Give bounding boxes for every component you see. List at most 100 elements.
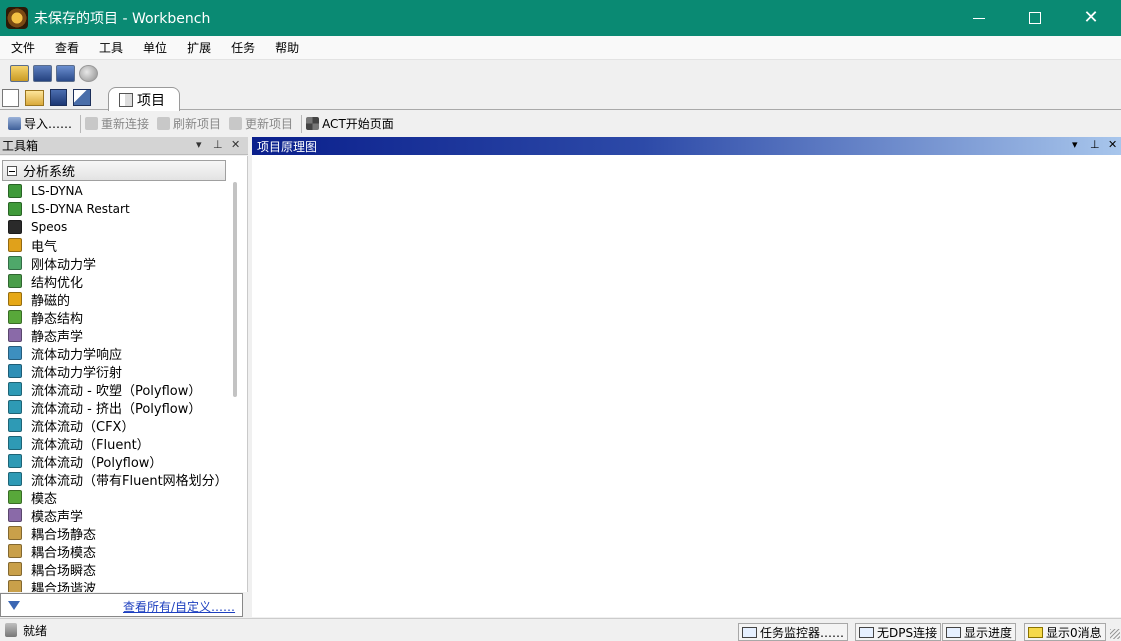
close-panel-icon[interactable]: ✕	[1108, 138, 1117, 151]
menu-extensions[interactable]: 扩展	[176, 39, 220, 56]
analysis-system-icon	[8, 256, 22, 270]
collapse-icon[interactable]	[7, 165, 17, 176]
resize-grip[interactable]	[1110, 629, 1120, 639]
analysis-system-item[interactable]: LS-DYNA Restart	[0, 200, 230, 218]
analysis-system-item[interactable]: 流体流动（Fluent）	[0, 434, 230, 452]
analysis-system-item[interactable]: 流体流动（CFX）	[0, 416, 230, 434]
pin-icon[interactable]: ⊥	[213, 138, 223, 151]
new-icon[interactable]	[2, 89, 19, 107]
analysis-system-item[interactable]: LS-DYNA	[0, 182, 230, 200]
analysis-system-icon	[8, 526, 22, 540]
analysis-system-label: Speos	[31, 220, 68, 234]
close-panel-icon[interactable]: ✕	[231, 138, 240, 151]
analysis-system-label: 流体动力学响应	[31, 347, 123, 363]
reconnect-button[interactable]: 重新连接	[83, 115, 155, 132]
analysis-system-item[interactable]: 模态声学	[0, 506, 230, 524]
analysis-system-label: LS-DYNA Restart	[31, 202, 130, 216]
analysis-system-icon	[8, 184, 22, 198]
close-icon: ✕	[1083, 7, 1099, 28]
save-as-icon[interactable]	[56, 64, 75, 82]
analysis-system-item[interactable]: 电气	[0, 236, 230, 254]
schematic-header: 项目原理图 ▾ ⊥ ✕	[252, 137, 1121, 155]
analysis-system-item[interactable]: 模态	[0, 488, 230, 506]
monitor-icon	[742, 626, 757, 638]
analysis-system-icon	[8, 238, 22, 252]
analysis-system-item[interactable]: Speos	[0, 218, 230, 236]
analysis-system-icon	[8, 418, 22, 432]
status-bar: 就绪 任务监控器…… 无DPS连接 显示进度 显示0消息	[0, 618, 1121, 641]
web-icon[interactable]	[79, 64, 98, 82]
menu-help[interactable]: 帮助	[264, 39, 308, 56]
analysis-system-item[interactable]: 流体动力学衍射	[0, 362, 230, 380]
dps-connection-button[interactable]: 无DPS连接	[855, 623, 942, 641]
analysis-system-list: LS-DYNA LS-DYNA Restart Speos 电气刚体动力学 结构优化 静磁…	[0, 182, 230, 592]
dps-label: 无DPS连接	[877, 625, 938, 640]
analysis-system-icon	[8, 346, 22, 360]
view-all-customize-link[interactable]: 查看所有/自定义……	[123, 598, 235, 615]
analysis-system-icon	[8, 562, 22, 576]
analysis-system-item[interactable]: 静态结构	[0, 308, 230, 326]
dropdown-icon[interactable]: ▾	[1072, 138, 1078, 151]
analysis-system-item[interactable]: 流体流动（带有Fluent网格划分）	[0, 470, 230, 488]
filter-icon[interactable]	[8, 600, 20, 610]
open-icon[interactable]	[25, 90, 44, 106]
analysis-system-item[interactable]: 静磁的	[0, 290, 230, 308]
save-icon[interactable]	[33, 64, 52, 82]
dropdown-icon[interactable]: ▾	[196, 138, 202, 151]
analysis-system-icon	[8, 274, 22, 288]
export-image-icon[interactable]	[73, 89, 91, 106]
update-label: 更新项目	[245, 117, 294, 131]
analysis-system-item[interactable]: 静态声学	[0, 326, 230, 344]
progress-icon	[946, 626, 961, 638]
refresh-project-button[interactable]: 刷新项目	[155, 115, 227, 132]
computer-icon	[859, 626, 874, 638]
save-icon[interactable]	[50, 89, 67, 106]
pin-icon[interactable]: ⊥	[1090, 138, 1100, 151]
update-project-button[interactable]: 更新项目	[227, 115, 299, 132]
analysis-system-item[interactable]: 结构优化	[0, 272, 230, 290]
analysis-system-item[interactable]: 耦合场瞬态	[0, 560, 230, 578]
show-progress-button[interactable]: 显示进度	[942, 623, 1017, 641]
analysis-system-label: 流体流动 - 挤出（Polyflow）	[31, 401, 202, 417]
analysis-system-label: 刚体动力学	[31, 257, 97, 273]
analysis-system-item[interactable]: 耦合场静态	[0, 524, 230, 542]
toolbar-separator	[301, 114, 303, 133]
analysis-system-item[interactable]: 耦合场模态	[0, 542, 230, 560]
title-bar: 未保存的项目 - Workbench ✕	[0, 0, 1121, 36]
open-project-icon[interactable]	[10, 64, 29, 82]
tab-project[interactable]: 项目	[108, 87, 180, 111]
analysis-systems-group[interactable]: 分析系统	[2, 160, 226, 181]
analysis-system-icon	[8, 490, 22, 504]
job-monitor-button[interactable]: 任务监控器……	[738, 623, 849, 641]
analysis-system-item[interactable]: 流体动力学响应	[0, 344, 230, 362]
menu-view[interactable]: 查看	[44, 39, 88, 56]
grid-icon	[306, 117, 320, 130]
analysis-system-icon	[8, 310, 22, 324]
menu-units[interactable]: 单位	[132, 39, 176, 56]
workbench-logo-icon[interactable]	[6, 7, 28, 29]
analysis-system-item[interactable]: 流体流动 - 吹塑（Polyflow）	[0, 380, 230, 398]
menu-tools[interactable]: 工具	[88, 39, 132, 56]
close-button[interactable]: ✕	[1063, 0, 1119, 36]
analysis-system-icon	[8, 400, 22, 414]
menu-file[interactable]: 文件	[0, 39, 44, 56]
project-schematic-canvas[interactable]	[252, 155, 1121, 617]
show-messages-button[interactable]: 显示0消息	[1024, 623, 1106, 641]
analysis-system-item[interactable]: 刚体动力学	[0, 254, 230, 272]
act-start-page-button[interactable]: ACT开始页面	[304, 115, 400, 132]
analysis-system-item[interactable]: 流体流动 - 挤出（Polyflow）	[0, 398, 230, 416]
minimize-button[interactable]	[951, 0, 1007, 36]
menu-bar: 文件 查看 工具 单位 扩展 任务 帮助	[0, 36, 1121, 60]
refresh-label: 刷新项目	[173, 117, 222, 131]
toolbox-header: 工具箱 ▾ ⊥ ✕	[0, 137, 248, 155]
group-label: 分析系统	[23, 165, 76, 180]
analysis-system-item[interactable]: 耦合场谐波	[0, 578, 230, 592]
analysis-system-icon	[8, 292, 22, 306]
import-button[interactable]: 导入……	[6, 115, 78, 132]
analysis-system-item[interactable]: 流体流动（Polyflow）	[0, 452, 230, 470]
reconnect-icon	[85, 117, 99, 130]
maximize-button[interactable]	[1007, 0, 1063, 36]
status-icon	[5, 623, 17, 637]
toolbox-scrollbar[interactable]	[233, 182, 237, 397]
menu-jobs[interactable]: 任务	[220, 39, 264, 56]
